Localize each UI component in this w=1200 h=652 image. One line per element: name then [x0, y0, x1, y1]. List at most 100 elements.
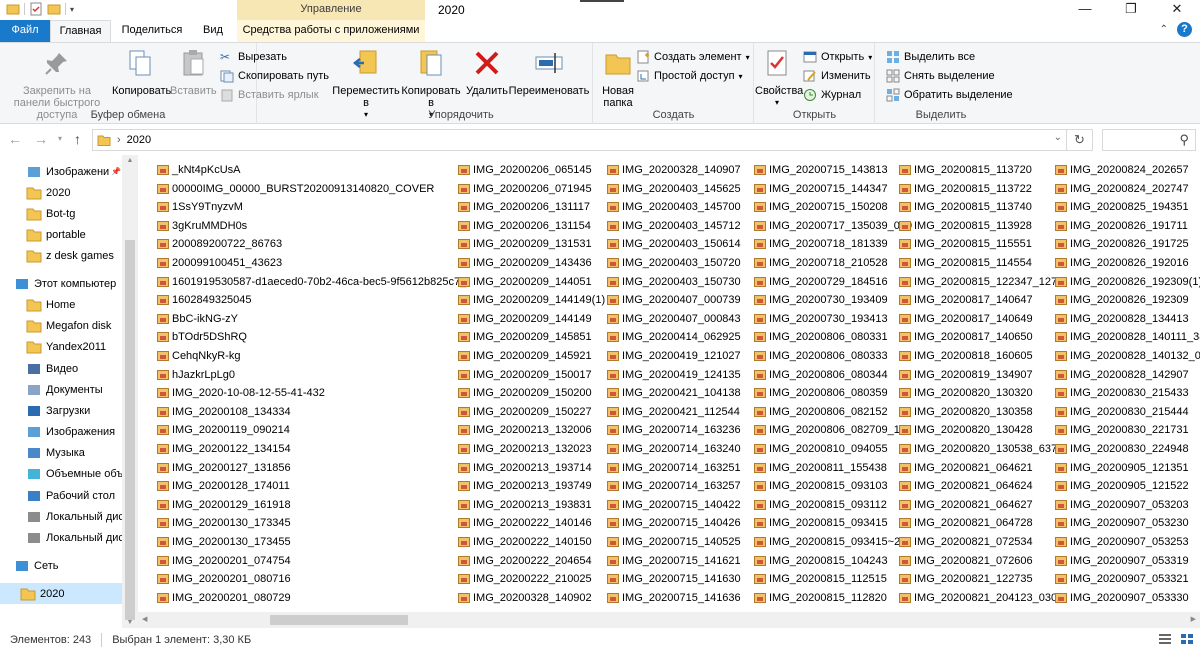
file-item[interactable]: 1602849325045 — [157, 290, 252, 309]
file-item[interactable]: IMG_20200209_145851 — [458, 327, 592, 346]
file-item[interactable]: IMG_20200127_131856 — [157, 458, 291, 477]
file-item[interactable]: IMG_20200209_143436 — [458, 253, 592, 272]
file-item[interactable]: IMG_20200130_173345 — [157, 513, 291, 532]
file-item[interactable]: IMG_20200811_155438 — [754, 458, 887, 477]
file-item[interactable]: IMG_20200815_113928 — [899, 216, 1032, 235]
file-item[interactable]: IMG_20200820_130358 — [899, 402, 1033, 421]
file-item[interactable]: IMG_20200714_163251 — [607, 458, 741, 477]
file-item[interactable]: IMG_20200806_082709_1 — [754, 420, 900, 439]
address-path[interactable]: 2020 — [127, 134, 151, 146]
file-item[interactable]: IMG_20200213_132006 — [458, 420, 592, 439]
file-item[interactable]: IMG_20200206_071945 — [458, 179, 592, 198]
file-item[interactable]: IMG_20200421_112544 — [607, 402, 740, 421]
file-item[interactable]: IMG_20200201_080729 — [157, 588, 291, 607]
file-item[interactable]: IMG_20200714_163240 — [607, 439, 741, 458]
file-item[interactable]: IMG_20200826_192309 — [1055, 290, 1189, 309]
file-item[interactable]: IMG_20200815_093415~2 — [754, 532, 900, 551]
copy-path-button[interactable]: Скопировать путь — [220, 67, 329, 85]
file-item[interactable]: IMG_20200821_122735 — [899, 569, 1033, 588]
paste-button[interactable]: Вставить — [170, 47, 217, 97]
file-item[interactable]: IMG_20200821_064621 — [899, 458, 1033, 477]
file-item[interactable]: IMG_20200821_072534 — [899, 532, 1033, 551]
delete-button[interactable]: Удалить — [464, 47, 510, 97]
file-item[interactable]: 1SsY9TnyzvM — [157, 197, 243, 216]
refresh-button[interactable]: ↻ — [1067, 129, 1093, 151]
file-item[interactable]: IMG_20200715_140422 — [607, 495, 741, 514]
file-item[interactable]: IMG_20200209_144149 — [458, 309, 592, 328]
file-item[interactable]: 1601919530587-d1aeced0-70b2-46ca-bec5-9f… — [157, 272, 466, 291]
sidebar-item[interactable]: z desk games — [0, 245, 122, 266]
file-item[interactable]: 200089200722_86763 — [157, 234, 282, 253]
nav-scroll-thumb[interactable] — [125, 240, 135, 620]
sidebar-item[interactable]: Музыка — [0, 442, 122, 463]
file-item[interactable]: IMG_20200828_140111_389 — [1055, 327, 1200, 346]
file-item[interactable]: IMG_20200815_093112 — [754, 495, 887, 514]
new-folder-button[interactable]: Новая папка — [598, 47, 638, 109]
file-item[interactable]: IMG_20200718_210528 — [754, 253, 888, 272]
properties-button[interactable]: Свойства ▾ — [755, 47, 803, 109]
file-item[interactable]: IMG_20200821_064728 — [899, 513, 1033, 532]
file-item[interactable]: IMG_20200806_080359 — [754, 383, 888, 402]
file-item[interactable]: IMG_20200826_192016 — [1055, 253, 1189, 272]
sidebar-item[interactable]: portable — [0, 224, 122, 245]
file-item[interactable]: IMG_20200815_112515 — [754, 569, 887, 588]
file-item[interactable]: IMG_20200826_191711 — [1055, 216, 1188, 235]
file-item[interactable]: IMG_20200815_115551 — [899, 234, 1032, 253]
file-item[interactable]: IMG_20200130_173455 — [157, 532, 291, 551]
sidebar-item[interactable]: Изображени 📌 — [0, 161, 122, 182]
file-item[interactable]: IMG_20200414_062925 — [607, 327, 741, 346]
file-item[interactable]: IMG_20200818_160605 — [899, 346, 1033, 365]
file-item[interactable]: IMG_20200407_000739 — [607, 290, 741, 309]
file-item[interactable]: IMG_20200213_193749 — [458, 476, 592, 495]
ribbon-collapse-icon[interactable]: ⌃ — [1160, 24, 1168, 35]
sidebar-item[interactable]: Сеть — [0, 555, 122, 576]
file-item[interactable]: IMG_20200820_130428 — [899, 420, 1033, 439]
file-item[interactable]: IMG_20200213_193831 — [458, 495, 592, 514]
file-item[interactable]: IMG_20200815_093103 — [754, 476, 888, 495]
file-item[interactable]: IMG_20200730_193413 — [754, 309, 888, 328]
file-item[interactable]: IMG_20200821_204123_030 — [899, 588, 1057, 607]
easy-access-button[interactable]: Простой доступ ▾ — [636, 67, 743, 85]
qat-dropdown-icon[interactable]: ▾ — [70, 5, 74, 14]
file-item[interactable]: IMG_20200119_090214 — [157, 420, 290, 439]
sidebar-item[interactable]: Home — [0, 294, 122, 315]
file-item[interactable]: IMG_20200821_072606 — [899, 551, 1033, 570]
file-item[interactable]: IMG_20200403_145712 — [607, 216, 741, 235]
file-item[interactable]: IMG_20200129_161918 — [157, 495, 291, 514]
file-item[interactable]: IMG_20200828_140132_083 — [1055, 346, 1200, 365]
file-item[interactable]: IMG_20200122_134154 — [157, 439, 291, 458]
file-item[interactable]: IMG_20200820_130320 — [899, 383, 1033, 402]
file-item[interactable]: IMG_20200209_150227 — [458, 402, 592, 421]
file-item[interactable]: IMG_20200815_112820 — [754, 588, 887, 607]
file-item[interactable]: IMG_20200213_132023 — [458, 439, 592, 458]
up-button[interactable]: ↑ — [74, 131, 81, 147]
file-item[interactable]: IMG_20200717_135039_019 — [754, 216, 912, 235]
file-item[interactable]: IMG_20200715_143813 — [754, 160, 888, 179]
file-item[interactable]: bTOdr5DShRQ — [157, 327, 247, 346]
file-item[interactable]: IMG_20200201_074754 — [157, 551, 291, 570]
file-item[interactable]: IMG_20200421_104138 — [607, 383, 741, 402]
file-item[interactable]: IMG_20200815_113720 — [899, 160, 1032, 179]
file-item[interactable]: IMG_20200819_134907 — [899, 365, 1033, 384]
file-item[interactable]: IMG_20200715_140426 — [607, 513, 741, 532]
minimize-button[interactable]: — — [1062, 0, 1108, 20]
file-item[interactable]: IMG_20200824_202657 — [1055, 160, 1189, 179]
file-item[interactable]: IMG_20200213_193714 — [458, 458, 592, 477]
file-item[interactable]: IMG_20200905_121522 — [1055, 476, 1189, 495]
file-item[interactable]: 3gKruMMDH0s — [157, 216, 247, 235]
sidebar-item[interactable]: Рабочий стол — [0, 485, 122, 506]
file-item[interactable]: IMG_20200828_134413 — [1055, 309, 1189, 328]
forward-button[interactable]: → — [34, 131, 48, 147]
file-item[interactable]: IMG_2020-10-08-12-55-41-432 — [157, 383, 325, 402]
file-item[interactable]: IMG_20200209_131531 — [458, 234, 592, 253]
invert-selection-button[interactable]: Обратить выделение — [886, 86, 1013, 104]
file-item[interactable]: IMG_20200815_104243 — [754, 551, 888, 570]
file-item[interactable]: IMG_20200825_194351 — [1055, 197, 1189, 216]
file-item[interactable]: IMG_20200328_140907 — [607, 160, 741, 179]
details-view-icon[interactable] — [1158, 633, 1172, 645]
file-item[interactable]: IMG_20200905_121351 — [1055, 458, 1189, 477]
help-icon[interactable]: ? — [1177, 22, 1192, 37]
file-item[interactable]: _kNt4pKcUsA — [157, 160, 240, 179]
file-item[interactable]: IMG_20200907_053330 — [1055, 588, 1189, 607]
file-item[interactable]: IMG_20200715_141621 — [607, 551, 741, 570]
